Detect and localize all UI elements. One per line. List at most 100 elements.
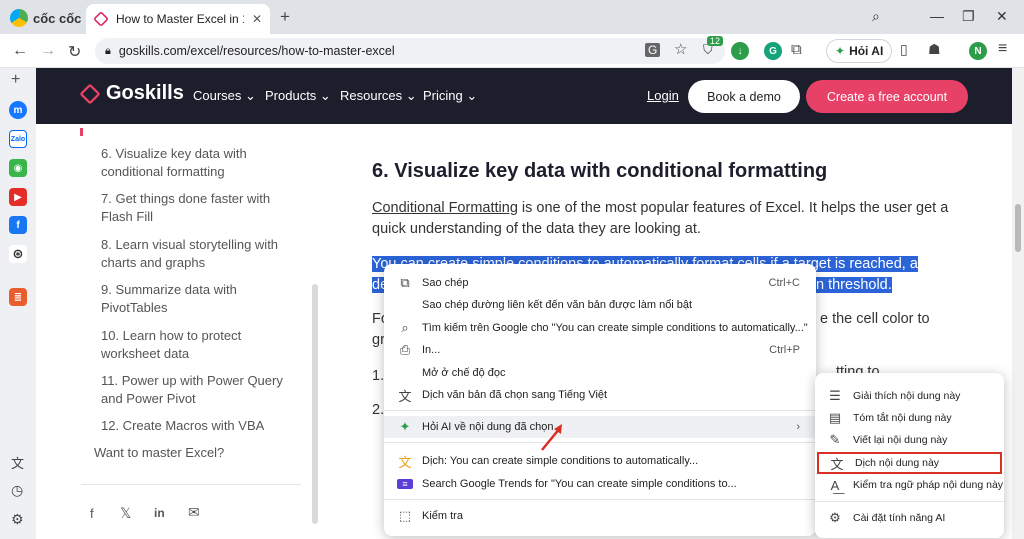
- menu-separator: [815, 501, 1004, 502]
- scroll-thumb[interactable]: [1015, 204, 1021, 252]
- brand-name: Goskills: [106, 82, 184, 104]
- menu-item-print[interactable]: ⎙ In... Ctrl+P: [384, 339, 816, 361]
- goskills-mark-icon: [79, 82, 101, 105]
- tab-title: How to Master Excel in 12 S: [116, 12, 244, 26]
- linkedin-share-icon[interactable]: in: [154, 506, 165, 520]
- download-icon[interactable]: ↓: [731, 42, 749, 60]
- profile-avatar[interactable]: N: [969, 42, 987, 60]
- restore-icon[interactable]: ❐: [962, 8, 975, 25]
- minimize-icon[interactable]: —: [930, 8, 944, 24]
- facebook-icon[interactable]: f: [9, 216, 27, 234]
- menu-item-inspect[interactable]: ⬚ Kiểm tra: [384, 505, 816, 527]
- print-icon: ⎙: [399, 342, 411, 357]
- search-icon: ⌕: [401, 320, 409, 335]
- translate-page-icon[interactable]: G: [645, 43, 661, 57]
- menu-item-ask-ai[interactable]: ✦ Hỏi AI về nội dung đã chọn ›: [384, 416, 816, 438]
- incognito-icon[interactable]: ☗: [928, 41, 941, 58]
- submenu-summarize[interactable]: ▤ Tóm tắt nội dung này: [815, 407, 1004, 429]
- sparkle-icon: ✦: [835, 44, 846, 58]
- facebook-share-icon[interactable]: f: [90, 506, 94, 521]
- mail-share-icon[interactable]: ✉: [188, 504, 200, 521]
- goskills-logo[interactable]: Goskills: [79, 82, 184, 105]
- toc-item[interactable]: 8. Learn visual storytelling with charts…: [101, 236, 301, 272]
- tab-search-icon[interactable]: ⌕: [872, 8, 880, 25]
- x-share-icon[interactable]: 𝕏: [120, 505, 131, 522]
- new-tab-icon[interactable]: +: [280, 7, 290, 27]
- copy-icon: ⧉: [400, 275, 410, 290]
- signup-button[interactable]: Create a free account: [806, 80, 968, 113]
- selected-text[interactable]: n threshold.: [816, 277, 892, 293]
- page-scrollbar[interactable]: [1012, 68, 1024, 539]
- chatgpt-icon[interactable]: ⊛: [9, 245, 27, 263]
- close-window-icon[interactable]: ✕: [996, 8, 1008, 25]
- menu-separator: [384, 410, 816, 411]
- bookmark-star-icon[interactable]: ☆: [674, 40, 687, 58]
- settings-icon[interactable]: ⚙: [11, 511, 24, 528]
- annotation-arrow: [541, 424, 562, 451]
- menu-item-search-google[interactable]: ⌕ Tìm kiếm trên Google cho "You can creat…: [384, 317, 816, 339]
- menu-icon[interactable]: ≡: [998, 40, 1007, 58]
- nav-products[interactable]: Products ⌄: [265, 88, 331, 104]
- submenu-explain[interactable]: ☰ Giải thích nội dung này: [815, 385, 1004, 407]
- menu-item-reader-mode[interactable]: Mở ở chế độ đọc: [384, 362, 816, 384]
- grammarly-icon[interactable]: G: [764, 42, 782, 60]
- browser-sidebar: + m Zalo ◉ ▶ f ⊛ ≣ 文 ◷ ⚙: [0, 68, 36, 539]
- translate-side-icon[interactable]: 文: [11, 453, 24, 472]
- submenu-rewrite[interactable]: ✎ Viết lại nội dung này: [815, 429, 1004, 451]
- browser-brand: cốc cốc: [33, 10, 82, 26]
- submenu-translate[interactable]: 文 Dịch nội dung này: [817, 452, 1002, 474]
- reload-icon[interactable]: ↻: [68, 42, 81, 62]
- menu-item-google-trends[interactable]: ≡ Search Google Trends for "You can creat…: [384, 473, 816, 495]
- goskills-favicon-icon: [93, 11, 109, 27]
- nav-resources[interactable]: Resources ⌄: [340, 88, 417, 104]
- zalo-icon[interactable]: Zalo: [9, 130, 27, 148]
- selected-text-line[interactable]: n threshold.: [816, 275, 892, 296]
- translate-icon: 文: [398, 388, 412, 404]
- menu-separator: [384, 442, 816, 443]
- browser-logo[interactable]: cốc cốc: [10, 9, 81, 27]
- submenu-grammar[interactable]: A͟ Kiểm tra ngữ pháp nội dung này: [815, 474, 1004, 496]
- back-icon[interactable]: ←: [12, 42, 28, 60]
- toc-item[interactable]: 11. Power up with Power Query and Power …: [101, 372, 301, 408]
- toc-item[interactable]: 7. Get things done faster with Flash Fil…: [101, 190, 301, 226]
- toc-footer[interactable]: Want to master Excel?: [94, 445, 224, 460]
- explain-icon: ☰: [829, 388, 841, 403]
- menu-item-translate[interactable]: 文 Dịch văn bản đã chọn sang Tiếng Việt: [384, 384, 816, 406]
- toc-scrollbar[interactable]: [312, 284, 318, 524]
- menu-item-copy-link[interactable]: Sao chép đường liên kết đến văn bản được…: [384, 294, 816, 316]
- conditional-formatting-link[interactable]: Conditional Formatting: [372, 200, 518, 216]
- toc-item[interactable]: 6. Visualize key data with conditional f…: [101, 145, 301, 181]
- active-tab[interactable]: How to Master Excel in 12 S ✕: [86, 4, 270, 34]
- sidebar-toggle-icon[interactable]: ▯: [900, 41, 908, 58]
- paragraph-fragment: gr: [372, 332, 385, 348]
- login-link[interactable]: Login: [647, 88, 679, 103]
- forward-icon[interactable]: →: [40, 42, 56, 60]
- submenu-ai-settings[interactable]: ⚙ Cài đặt tính năng AI: [815, 507, 1004, 529]
- section-heading: 6. Visualize key data with conditional f…: [372, 160, 828, 182]
- ai-submenu: ☰ Giải thích nội dung này ▤ Tóm tắt nội du…: [815, 373, 1004, 538]
- toc-item[interactable]: 10. Learn how to protect worksheet data: [101, 327, 301, 363]
- extensions-icon[interactable]: ⧉: [791, 41, 802, 58]
- nav-courses[interactable]: Courses ⌄: [193, 88, 256, 104]
- history-icon[interactable]: ◷: [11, 482, 23, 499]
- add-icon[interactable]: +: [11, 71, 20, 89]
- toc-item[interactable]: 12. Create Macros with VBA: [101, 417, 301, 435]
- game-icon[interactable]: ◉: [9, 159, 27, 177]
- translate-ext-icon: 文: [398, 454, 412, 470]
- notes-icon[interactable]: ≣: [9, 288, 27, 306]
- article: 6. Visualize key data with conditional f…: [372, 158, 972, 240]
- sparkle-icon: ✦: [399, 419, 411, 434]
- context-menu: ⧉ Sao chép Ctrl+C Sao chép đường liên kết …: [384, 264, 816, 536]
- messenger-icon[interactable]: m: [9, 101, 27, 119]
- book-demo-button[interactable]: Book a demo: [688, 80, 800, 113]
- address-bar[interactable]: 🔒︎ goskills.com/excel/resources/how-to-m…: [95, 38, 725, 64]
- hoi-ai-label: Hỏi AI: [849, 44, 884, 58]
- menu-item-ext-translate[interactable]: 文 Dịch: You can create simple conditions …: [384, 450, 816, 472]
- toc-item[interactable]: 9. Summarize data with PivotTables: [101, 281, 301, 317]
- nav-pricing[interactable]: Pricing ⌄: [423, 88, 477, 104]
- menu-item-copy[interactable]: ⧉ Sao chép Ctrl+C: [384, 272, 816, 294]
- lock-icon[interactable]: 🔒︎: [105, 45, 111, 58]
- youtube-icon[interactable]: ▶: [9, 188, 27, 206]
- hoi-ai-button[interactable]: ✦ Hỏi AI: [826, 39, 893, 63]
- close-icon[interactable]: ✕: [252, 12, 262, 26]
